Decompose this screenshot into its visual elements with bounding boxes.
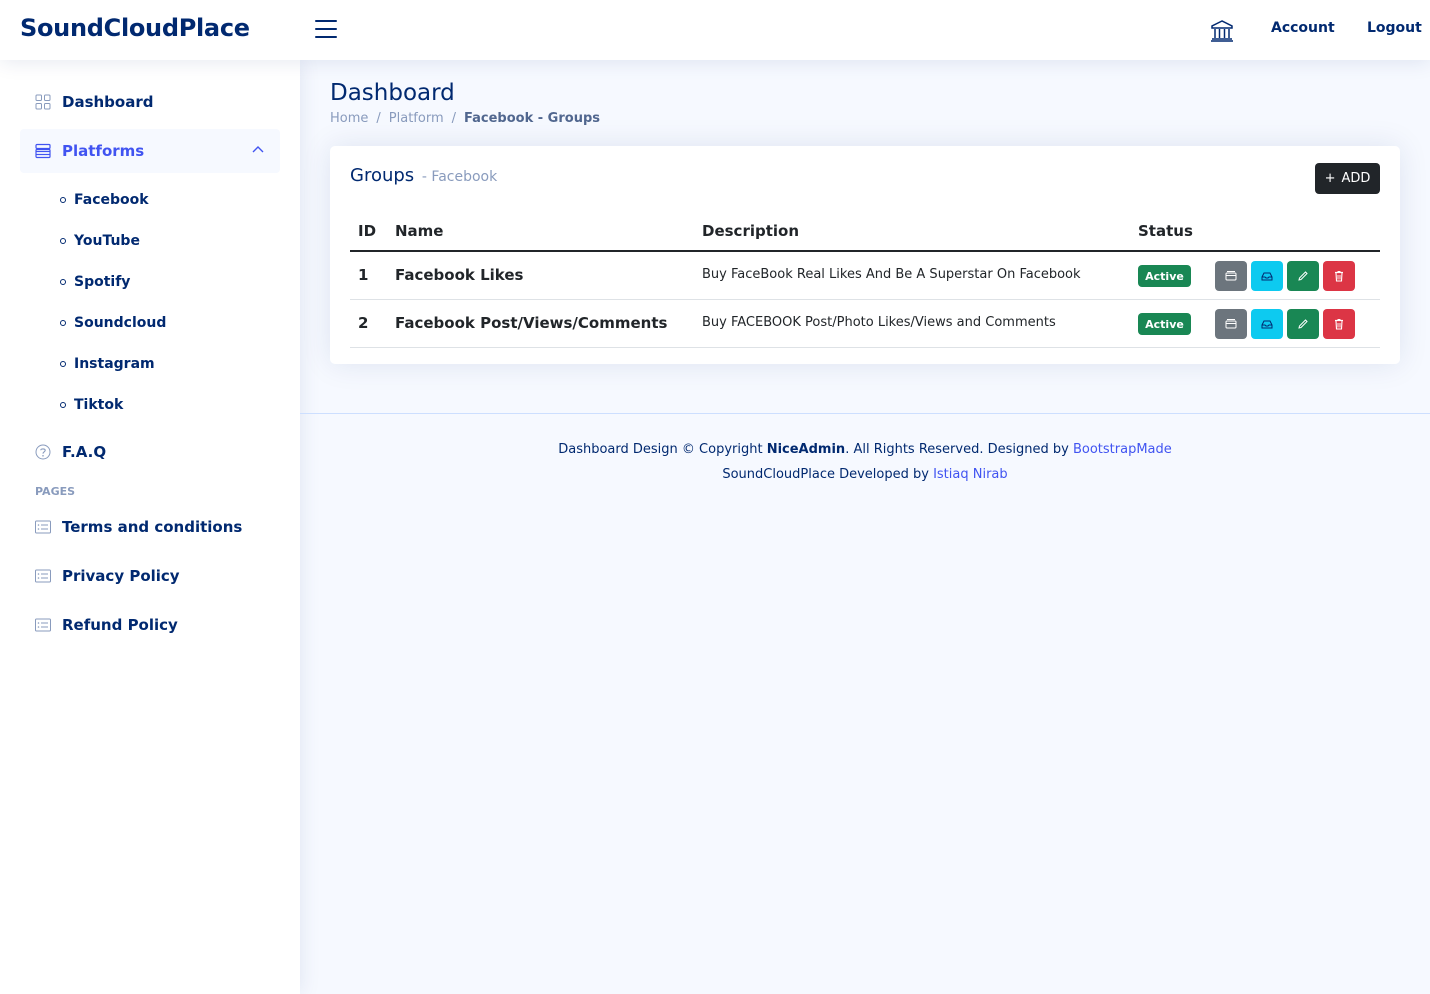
- trash-icon: [1335, 319, 1343, 330]
- breadcrumb-current: Facebook - Groups: [464, 111, 600, 126]
- sidebar-subitem-instagram[interactable]: Instagram: [60, 356, 155, 372]
- breadcrumb-separator: /: [376, 111, 381, 126]
- trash-button[interactable]: [1323, 261, 1355, 291]
- sidebar-subitem-facebook[interactable]: Facebook: [60, 192, 149, 208]
- circle-icon: [60, 361, 66, 367]
- sidebar-item-faq[interactable]: F.A.Q: [20, 430, 280, 474]
- sidebar-item-label: Terms and conditions: [62, 518, 243, 536]
- sidebar-subitem-label: Spotify: [74, 274, 131, 290]
- groups-card: Groups - Facebook + ADD ID Name Descript…: [330, 146, 1400, 364]
- status-badge: Active: [1138, 265, 1191, 287]
- page-title: Dashboard: [330, 80, 455, 106]
- sidebar-subitem-label: Facebook: [74, 192, 149, 208]
- sidebar-subitem-soundcloud[interactable]: Soundcloud: [60, 315, 166, 331]
- chevron-up-icon[interactable]: [252, 145, 264, 153]
- developer-link[interactable]: Istiaq Nirab: [933, 467, 1008, 482]
- bank-icon[interactable]: [1210, 20, 1234, 42]
- sidebar-subitem-label: Soundcloud: [74, 315, 167, 331]
- footer-brand: NiceAdmin: [766, 442, 846, 457]
- circle-icon: [60, 197, 66, 203]
- sidebar-item-label: Refund Policy: [62, 616, 178, 634]
- breadcrumb: Home / Platform / Facebook - Groups: [330, 111, 600, 126]
- sidebar-item-dashboard[interactable]: Dashboard: [20, 80, 280, 124]
- logout-link[interactable]: Logout: [1367, 20, 1422, 36]
- footer-divider: [300, 413, 1430, 414]
- menu-button-icon: [35, 143, 51, 159]
- logo[interactable]: SoundCloudPlace: [20, 14, 250, 42]
- trash-icon: [1335, 271, 1343, 282]
- pencil-icon: [1298, 319, 1308, 329]
- row-divider: [350, 347, 1380, 348]
- row-description: Buy FACEBOOK Post/Photo Likes/Views and …: [702, 315, 1056, 330]
- card-list-icon: [35, 618, 51, 632]
- question-circle-icon: [35, 444, 51, 460]
- account-link[interactable]: Account: [1271, 20, 1335, 36]
- trash-button[interactable]: [1323, 309, 1355, 339]
- sidebar-item-terms[interactable]: Terms and conditions: [20, 505, 280, 549]
- row-name: Facebook Likes: [395, 266, 524, 284]
- table-header-divider: [350, 250, 1380, 252]
- sidebar-item-label: Privacy Policy: [62, 567, 180, 585]
- column-header-status[interactable]: Status: [1138, 222, 1193, 240]
- sidebar-item-platforms[interactable]: Platforms: [20, 129, 280, 173]
- add-button[interactable]: + ADD: [1315, 163, 1380, 194]
- sidebar-subitem-label: Instagram: [74, 356, 155, 372]
- top-header: SoundCloudPlace Account Logout: [0, 0, 1430, 60]
- sidebar-subitem-label: YouTube: [74, 233, 140, 249]
- inbox-button[interactable]: [1251, 309, 1283, 339]
- grid-icon: [35, 94, 51, 110]
- sidebar-toggle-icon[interactable]: [315, 20, 337, 40]
- sidebar-subitem-label: Tiktok: [74, 397, 124, 413]
- inbox-icon: [1261, 272, 1273, 281]
- archive-button[interactable]: [1215, 261, 1247, 291]
- row-divider: [350, 299, 1380, 300]
- sidebar-item-refund[interactable]: Refund Policy: [20, 603, 280, 647]
- row-description: Buy FaceBook Real Likes And Be A Superst…: [702, 267, 1081, 282]
- circle-icon: [60, 402, 66, 408]
- plus-icon: +: [1324, 171, 1336, 186]
- card-subtitle: - Facebook: [421, 169, 498, 185]
- sidebar-item-label: Dashboard: [62, 93, 154, 111]
- sidebar-subitem-spotify[interactable]: Spotify: [60, 274, 130, 290]
- status-badge: Active: [1138, 313, 1191, 335]
- pages-heading: PAGES: [35, 485, 76, 498]
- circle-icon: [60, 238, 66, 244]
- pencil-icon: [1298, 271, 1308, 281]
- bootstrapmade-link[interactable]: BootstrapMade: [1073, 442, 1172, 457]
- add-button-label: ADD: [1341, 171, 1371, 186]
- column-header-description[interactable]: Description: [702, 222, 799, 240]
- footer-credit: SoundCloudPlace Developed by Istiaq Nira…: [722, 467, 1008, 482]
- inbox-icon: [1261, 320, 1273, 329]
- card-list-icon: [35, 569, 51, 583]
- card-list-icon: [35, 520, 51, 534]
- breadcrumb-platform[interactable]: Platform: [389, 111, 444, 126]
- circle-icon: [60, 320, 66, 326]
- column-header-name[interactable]: Name: [395, 222, 443, 240]
- archive-icon: [1225, 271, 1237, 281]
- card-title-text: Groups: [350, 165, 415, 186]
- sidebar-subitem-tiktok[interactable]: Tiktok: [60, 397, 123, 413]
- pencil-button[interactable]: [1287, 309, 1319, 339]
- archive-icon: [1225, 319, 1237, 329]
- card-title: Groups - Facebook: [350, 165, 497, 186]
- sidebar: Dashboard Platforms Facebook YouTube Spoti…: [0, 60, 300, 994]
- archive-button[interactable]: [1215, 309, 1247, 339]
- row-name: Facebook Post/Views/Comments: [395, 314, 668, 332]
- row-id: 1: [358, 266, 369, 284]
- pencil-button[interactable]: [1287, 261, 1319, 291]
- circle-icon: [60, 279, 66, 285]
- row-id: 2: [358, 314, 369, 332]
- sidebar-item-label: Platforms: [62, 142, 145, 160]
- sidebar-item-label: F.A.Q: [62, 443, 107, 461]
- footer-copyright: Dashboard Design © Copyright NiceAdmin. …: [558, 442, 1172, 457]
- sidebar-subitem-youtube[interactable]: YouTube: [60, 233, 140, 249]
- column-header-id[interactable]: ID: [358, 222, 376, 240]
- inbox-button[interactable]: [1251, 261, 1283, 291]
- breadcrumb-separator: /: [451, 111, 456, 126]
- sidebar-item-privacy[interactable]: Privacy Policy: [20, 554, 280, 598]
- breadcrumb-home[interactable]: Home: [330, 111, 368, 126]
